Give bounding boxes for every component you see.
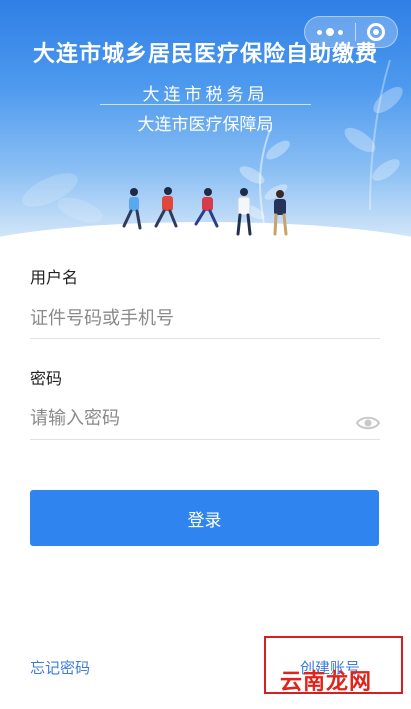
- page-title: 大连市城乡居民医疗保险自助缴费: [32, 42, 378, 67]
- eye-icon[interactable]: [356, 414, 380, 432]
- header-banner: 大连市城乡居民医疗保险自助缴费 大连市税务局 大连市医疗保障局: [0, 0, 411, 245]
- password-input[interactable]: [30, 398, 350, 438]
- subtitle-divider: [100, 104, 311, 105]
- people-illustration-icon: [122, 187, 288, 236]
- password-underline: [30, 439, 380, 440]
- username-underline: [30, 338, 380, 339]
- leaf-decoration-icon: [22, 173, 103, 223]
- subtitle-tax-bureau: 大连市税务局: [142, 85, 269, 105]
- username-label: 用户名: [30, 268, 79, 287]
- more-options-icon[interactable]: [317, 28, 343, 36]
- username-input[interactable]: [30, 298, 380, 338]
- forgot-password-link[interactable]: 忘记密码: [30, 657, 90, 678]
- password-label: 密码: [30, 369, 63, 388]
- subtitle-medical-bureau: 大连市医疗保障局: [137, 115, 274, 135]
- watermark-text: 云南龙网: [280, 670, 373, 695]
- login-button[interactable]: 登录: [30, 490, 379, 546]
